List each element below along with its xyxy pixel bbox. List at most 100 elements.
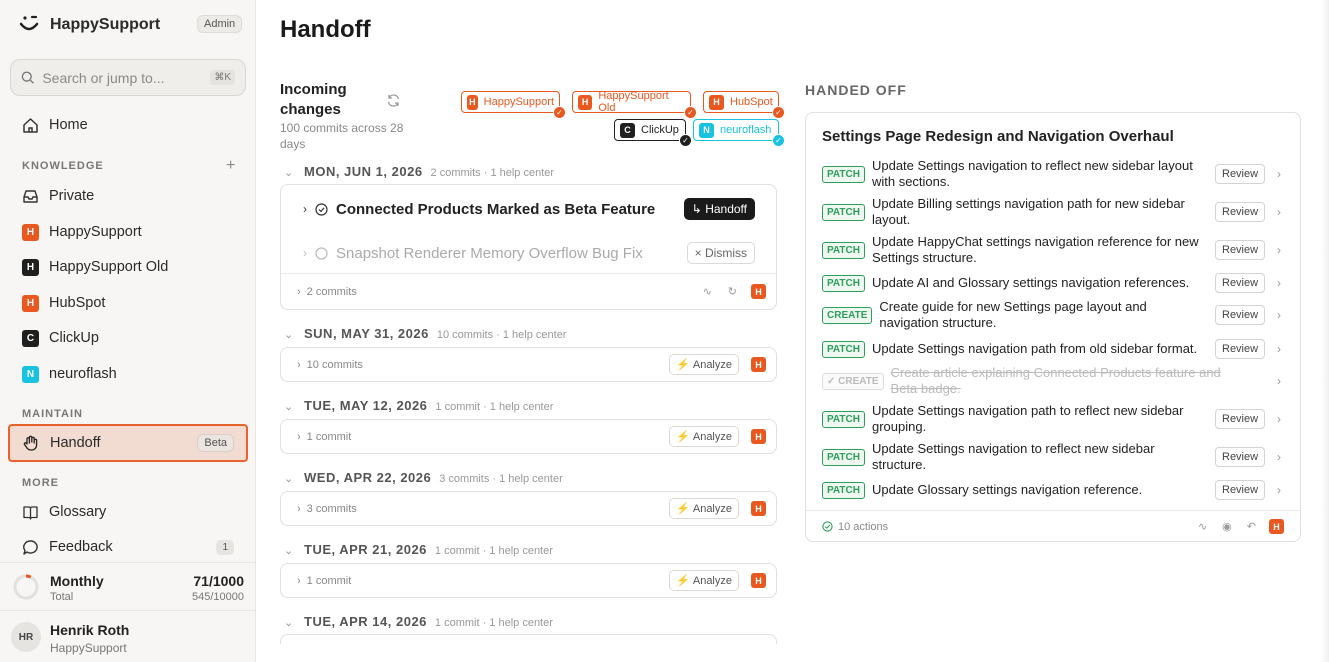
undo-icon[interactable]: ↶ [1247,520,1256,533]
happysupport-h-icon: H [467,94,478,110]
source-chip-neuroflash[interactable]: N neuroflash ✓ [693,119,785,147]
handoff-button-label: Handoff [705,202,747,216]
day-header[interactable]: ⌄ WED, APR 22, 2026 3 commits · 1 help c… [284,470,563,485]
review-button[interactable]: Review [1215,202,1266,222]
day-header[interactable]: ⌄ SUN, MAY 31, 2026 10 commits · 1 help … [284,326,566,341]
incoming-changes-title: Incoming changes [280,81,347,118]
activity-icon[interactable]: ∿ [1198,520,1207,533]
action-row[interactable]: PATCH Update Billing settings navigation… [822,196,1292,228]
main-content: Handoff Incoming changes 100 commits acr… [256,0,1329,662]
review-button[interactable]: Review [1215,164,1266,184]
chevron-right-icon[interactable]: › [1277,342,1281,356]
brand[interactable]: HappySupport [16,12,160,38]
nav-happysupport[interactable]: H HappySupport [10,215,246,249]
handed-off-label: HANDED OFF [805,82,907,98]
source-chip-happysupport-old[interactable]: H HappySupport Old ✓ [572,90,697,119]
nav-neuroflash-label: neuroflash [49,366,117,382]
day-header[interactable]: ⌄ TUE, APR 21, 2026 1 commit · 1 help ce… [284,542,553,557]
analyze-button[interactable]: ⚡ Analyze [669,354,739,375]
chevron-right-icon[interactable]: › [1277,276,1281,290]
action-row[interactable]: PATCH Update Settings navigation path to… [822,403,1292,435]
action-row[interactable]: PATCH Update Glossary settings navigatio… [822,480,1292,500]
commits-row[interactable]: › 1 commit ⚡ Analyze H [281,420,776,453]
day-meta: 1 commit · 1 help center [434,617,553,629]
chevron-right-icon[interactable]: › [1277,205,1281,219]
analyze-button[interactable]: ⚡ Analyze [669,498,739,519]
analyze-button[interactable]: ⚡ Analyze [669,426,739,447]
review-button[interactable]: Review [1215,409,1266,429]
nav-private[interactable]: Private [10,179,246,213]
source-chip-hubspot[interactable]: H HubSpot ✓ [703,91,785,119]
beta-badge: Beta [197,434,234,452]
action-row[interactable]: PATCH Update AI and Glossary settings na… [822,273,1292,293]
source-chip-happysupport[interactable]: H HappySupport ✓ [461,91,566,119]
commits-row[interactable]: › 10 commits ⚡ Analyze H [281,348,776,381]
inbox-icon [23,189,38,203]
day-date: TUE, APR 21, 2026 [304,542,427,557]
review-button[interactable]: Review [1215,240,1266,260]
action-tag: CREATE [822,306,873,324]
nav-home[interactable]: Home [10,108,246,142]
nav-feedback[interactable]: Feedback 1 [10,530,246,564]
day-header[interactable]: ⌄ TUE, APR 14, 2026 1 commit · 1 help ce… [284,614,553,629]
actions-count: 10 actions [838,520,889,533]
action-row-completed[interactable]: ✓ CREATE Create article explaining Conne… [822,365,1292,397]
happysupport-h-icon: H [22,223,39,241]
day-header[interactable]: ⌄ MON, JUN 1, 2026 2 commits · 1 help ce… [284,164,554,179]
review-button[interactable]: Review [1215,447,1266,467]
nav-happysupport-old[interactable]: H HappySupport Old [10,250,246,284]
refresh-icon[interactable]: ↻ [728,285,737,298]
commits-row[interactable]: › 1 commit ⚡ Analyze H [281,564,776,597]
neuroflash-n-icon: N [22,365,39,383]
hubspot-h-icon: H [709,94,724,110]
review-button[interactable]: Review [1215,273,1266,293]
user-profile[interactable]: HR Henrik Roth HappySupport [0,610,256,662]
action-row[interactable]: PATCH Update HappyChat settings navigati… [822,234,1292,266]
commit-item[interactable]: › Snapshot Renderer Memory Overflow Bug … [281,233,776,273]
chevron-right-icon[interactable]: › [1277,374,1281,388]
review-button[interactable]: Review [1215,339,1266,359]
commits-row[interactable]: › 2 commits ∿ ↻ H [281,273,776,309]
chevron-right-icon[interactable]: › [1277,167,1281,181]
day-header[interactable]: ⌄ TUE, MAY 12, 2026 1 commit · 1 help ce… [284,398,553,413]
chevron-right-icon[interactable]: › [1277,412,1281,426]
nav-neuroflash[interactable]: N neuroflash [10,357,246,391]
handoff-button[interactable]: ↳ Handoff [683,198,755,220]
action-row[interactable]: PATCH Update Settings navigation path fr… [822,339,1292,359]
feedback-count-badge: 1 [216,539,234,555]
usage-meter: Monthly 71/1000 Total 545/10000 [0,562,256,608]
nav-hubspot[interactable]: H HubSpot [10,286,246,320]
action-row[interactable]: PATCH Update Settings navigation to refl… [822,158,1292,190]
chevron-right-icon: › [297,574,301,587]
search-input[interactable] [42,69,203,86]
nav-glossary[interactable]: Glossary [10,495,246,529]
chevron-down-icon: ⌄ [284,401,294,413]
analyze-button[interactable]: ⚡ Analyze [669,570,739,591]
happysupport-h-icon: H [751,357,766,372]
nav-clickup[interactable]: C ClickUp [10,321,246,355]
chevron-right-icon[interactable]: › [1277,308,1281,322]
review-button[interactable]: Review [1215,480,1266,500]
chevron-down-icon: ⌄ [284,545,294,557]
eye-icon[interactable]: ◉ [1222,520,1232,533]
activity-icon[interactable]: ∿ [703,285,712,298]
review-button[interactable]: Review [1215,305,1266,325]
dismiss-button[interactable]: × Dismiss [686,242,755,264]
refresh-icon[interactable] [386,93,401,108]
add-knowledge-plus-icon[interactable]: + [226,157,235,175]
action-row[interactable]: CREATE Create guide for new Settings pag… [822,299,1292,331]
source-chip-label: neuroflash [720,124,772,136]
action-row[interactable]: PATCH Update Settings navigation to refl… [822,441,1292,473]
handoff-card-footer: 10 actions ∿ ◉ ↶ H [806,510,1300,542]
day-card: › 1 commit ⚡ Analyze H [280,419,777,454]
chevron-right-icon[interactable]: › [1277,450,1281,464]
source-chip-clickup[interactable]: C ClickUp ✓ [614,119,692,147]
chevron-right-icon: › [303,246,307,260]
commit-item[interactable]: › Connected Products Marked as Beta Feat… [281,185,776,233]
usage-period: Monthly [50,573,104,589]
search-bar[interactable]: ⌘K [10,59,246,96]
nav-handoff[interactable]: Handoff Beta [8,424,248,462]
chevron-right-icon[interactable]: › [1277,243,1281,257]
chevron-right-icon[interactable]: › [1277,483,1281,497]
commits-row[interactable]: › 3 commits ⚡ Analyze H [281,492,776,525]
